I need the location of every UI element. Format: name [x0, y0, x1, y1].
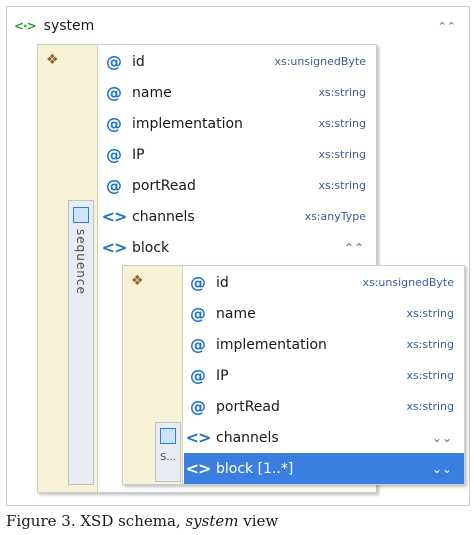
system-element-header[interactable]: <·> system ⌃⌃	[14, 14, 464, 38]
attribute-icon: @	[106, 83, 122, 102]
element-icon: <>	[101, 238, 128, 257]
element-icon: <>	[185, 428, 212, 447]
block-children-list: @ id xs:unsignedByte @ name xs:string @ …	[184, 267, 464, 484]
list-item[interactable]: @ name xs:string	[184, 298, 464, 329]
collapse-icon[interactable]: ⌃⌃	[438, 20, 456, 33]
element-icon: <>	[185, 459, 212, 478]
system-children-list: @ id xs:unsignedByte @ name xs:string @ …	[100, 46, 376, 263]
expand-icon[interactable]: ⌄⌄	[432, 462, 464, 476]
list-item[interactable]: @ id xs:unsignedByte	[100, 46, 376, 77]
expand-icon[interactable]: ⌄⌄	[432, 431, 464, 445]
group-properties-icon[interactable]: ❖	[46, 52, 59, 68]
group-properties-icon[interactable]: ❖	[131, 273, 144, 289]
attribute-icon: @	[190, 366, 206, 385]
list-item[interactable]: @ portRead xs:string	[184, 391, 464, 422]
list-item[interactable]: @ IP xs:string	[100, 139, 376, 170]
collapse-icon[interactable]: ⌃⌃	[344, 241, 376, 255]
list-item[interactable]: @ name xs:string	[100, 77, 376, 108]
element-icon: <·>	[14, 19, 37, 33]
list-item[interactable]: @ id xs:unsignedByte	[184, 267, 464, 298]
attribute-icon: @	[106, 145, 122, 164]
attribute-icon: @	[190, 304, 206, 323]
figure-caption: Figure 3. XSD schema, system view	[6, 512, 279, 530]
system-element-title: system	[43, 18, 95, 34]
list-item[interactable]: @ implementation xs:string	[184, 329, 464, 360]
attribute-icon: @	[190, 397, 206, 416]
attribute-icon: @	[106, 176, 122, 195]
sequence-icon	[73, 207, 89, 223]
sequence-label: sequence	[74, 229, 88, 295]
list-item[interactable]: @ IP xs:string	[184, 360, 464, 391]
attribute-icon: @	[190, 273, 206, 292]
element-icon: <>	[101, 207, 128, 226]
sequence-label: S...	[160, 452, 176, 463]
sequence-icon	[160, 428, 176, 444]
attribute-icon: @	[190, 335, 206, 354]
attribute-icon: @	[106, 52, 122, 71]
list-item[interactable]: <> block ⌃⌃	[100, 232, 376, 263]
sequence-tab[interactable]: S...	[155, 422, 181, 482]
list-item[interactable]: @ portRead xs:string	[100, 170, 376, 201]
list-item[interactable]: <> channels xs:anyType	[100, 201, 376, 232]
attribute-icon: @	[106, 114, 122, 133]
sequence-tab[interactable]: sequence	[68, 200, 94, 485]
list-item[interactable]: @ implementation xs:string	[100, 108, 376, 139]
list-item-selected[interactable]: <> block [1..*] ⌄⌄	[184, 453, 464, 484]
list-item[interactable]: <> channels ⌄⌄	[184, 422, 464, 453]
